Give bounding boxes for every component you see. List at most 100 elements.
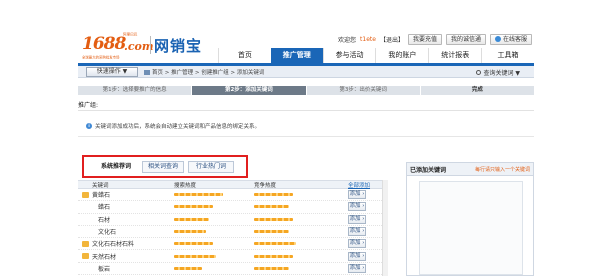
add-keyword-button[interactable]: 添加 › (348, 202, 366, 212)
table-row: 文化石 添加 › (78, 226, 388, 239)
tab-industry-hot[interactable]: 行业热门词 (188, 161, 234, 173)
toolbar: 快速操作 ▼ 首页 > 推广管理 > 创建推广组 > 添加关键词 查询关键词 ▼ (78, 66, 534, 78)
step-2: 第2步：添加关键词 (192, 86, 306, 95)
logo-subtitle: 全球最大的采购批发市场 (82, 55, 120, 60)
folder-icon[interactable] (82, 253, 89, 260)
table-row: 黄蜡石 添加 › (78, 189, 388, 202)
competition-heat-cell (254, 205, 348, 209)
breadcrumb-text[interactable]: 首页 > 推广管理 > 创建推广组 > 添加关键词 (152, 70, 264, 76)
nav-tab-toolbox[interactable]: 工具箱 (481, 48, 534, 63)
search-heat-bar (174, 230, 206, 234)
step-3: 第3步：出价关键词 (306, 86, 420, 95)
search-heat-bar (174, 205, 213, 209)
competition-heat-bar (254, 266, 289, 270)
search-heat-cell (174, 242, 254, 246)
chat-icon (494, 36, 501, 42)
keyword-text: 蜡石 (98, 204, 111, 212)
search-heat-cell (174, 205, 254, 209)
competition-heat-bar (254, 254, 293, 258)
keyword-cell: 文化石石材石料 (78, 239, 174, 248)
logo-divider (150, 36, 151, 54)
added-keywords-textarea[interactable] (419, 181, 523, 275)
username[interactable]: t1ete (360, 36, 376, 43)
recharge-button[interactable]: 我要充值 (407, 33, 442, 45)
panel-header: 已添加关键词 每行请只输入一个关键词 (407, 163, 533, 176)
step-indicator: 第1步：选择要推广的信息 第2步：添加关键词 第3步：出价关键词 完成 (78, 86, 534, 95)
info-icon: i (86, 123, 92, 129)
nav-tab-promotion[interactable]: 推广管理 (270, 48, 323, 63)
search-heat-cell (174, 217, 254, 221)
panel-title: 已添加关键词 (410, 166, 447, 174)
competition-heat-bar (254, 217, 293, 221)
nav-tab-reports[interactable]: 统计报表 (428, 48, 481, 63)
home-icon (144, 70, 150, 75)
header-keyword: 关键词 (92, 182, 109, 189)
tab-related-query[interactable]: 相关词查询 (142, 161, 184, 173)
folder-icon[interactable] (82, 191, 89, 198)
search-icon (476, 70, 482, 75)
tab-system-recommended[interactable]: 系统推荐词 (94, 161, 138, 173)
table-scrollbar[interactable] (382, 180, 388, 276)
search-heat-bar (174, 217, 209, 221)
page-frame: 阿里巴巴 1688 .com 全球最大的采购批发市场 网销宝 欢迎您 t1ete… (78, 22, 534, 276)
welcome-text: 欢迎您 (338, 36, 357, 44)
keyword-text: 石材 (98, 216, 111, 224)
add-keyword-button[interactable]: 添加 › (348, 190, 366, 200)
keyword-cell: 黄蜡石 (78, 190, 174, 199)
keyword-cell: 石材 (78, 215, 174, 224)
info-message: i 关键词添加成功后，系统会自动建立关键词和产品信息的绑定关系。 (86, 122, 260, 130)
competition-heat-cell (254, 217, 348, 221)
nav-tab-activities[interactable]: 参与活动 (322, 48, 376, 63)
add-keyword-button[interactable]: 添加 › (348, 227, 366, 237)
logo-1688: 1688 (82, 34, 126, 54)
add-keyword-button[interactable]: 添加 › (348, 239, 366, 249)
add-keyword-button[interactable]: 添加 › (348, 263, 366, 273)
add-all-link[interactable]: 全部添加 (348, 181, 370, 189)
divider (78, 136, 534, 137)
step-1: 第1步：选择要推广的信息 (78, 86, 192, 95)
keyword-text: 文化石石材石料 (92, 241, 135, 249)
panel-hint: 每行请只输入一个关键词 (474, 166, 530, 173)
competition-heat-cell (254, 242, 348, 246)
folder-icon[interactable] (82, 240, 89, 247)
competition-heat-cell (254, 254, 348, 258)
search-heat-bar (174, 193, 223, 197)
promo-group-label: 推广组: (78, 102, 99, 109)
table-row: 蜡石 添加 › (78, 201, 388, 214)
divider (78, 110, 534, 111)
keyword-query-dropdown[interactable]: 查询关键词 ▼ (476, 68, 520, 77)
search-heat-bar (174, 254, 216, 258)
add-keyword-button[interactable]: 添加 › (348, 251, 366, 261)
user-bar: 欢迎您 t1ete 【退出】 我要充值 我的诚信通 在线客服 (338, 33, 532, 45)
info-text: 关键词添加成功后，系统会自动建立关键词和产品信息的绑定关系。 (95, 124, 261, 130)
competition-heat-bar (254, 193, 293, 197)
logout-link[interactable]: 【退出】 (380, 35, 404, 44)
keyword-text: 板岩 (98, 265, 111, 273)
my-company-button[interactable]: 我的诚信通 (445, 33, 486, 45)
search-heat-bar (174, 242, 213, 246)
added-keywords-panel: 已添加关键词 每行请只输入一个关键词 (406, 162, 534, 276)
search-heat-cell (174, 254, 254, 258)
table-row: 板岩 添加 › (78, 263, 388, 276)
keyword-cell: 蜡石 (78, 202, 174, 211)
search-heat-bar (174, 266, 202, 270)
nav-tab-home[interactable]: 首页 (218, 48, 271, 63)
competition-heat-bar (254, 230, 289, 234)
header-search-heat: 搜索热度 (174, 182, 197, 189)
site-logo[interactable]: 阿里巴巴 1688 .com 全球最大的采购批发市场 网销宝 (82, 30, 212, 60)
online-service-button[interactable]: 在线客服 (489, 33, 532, 45)
breadcrumb: 首页 > 推广管理 > 创建推广组 > 添加关键词 (144, 68, 264, 76)
keyword-cell: 文化石 (78, 227, 174, 236)
keyword-text: 黄蜡石 (92, 192, 111, 200)
competition-heat-bar (254, 242, 296, 246)
table-row: 石材 添加 › (78, 214, 388, 226)
step-done: 完成 (420, 86, 534, 95)
competition-heat-cell (254, 266, 348, 270)
nav-tab-account[interactable]: 我的账户 (375, 48, 428, 63)
add-keyword-button[interactable]: 添加 › (348, 214, 366, 224)
competition-heat-cell (254, 230, 348, 234)
quick-action-button[interactable]: 快速操作 ▼ (86, 67, 138, 77)
competition-heat-bar (254, 205, 289, 209)
table-row: 文化石石材石料 添加 › (78, 238, 388, 251)
keyword-cell: 天然石材 (78, 252, 174, 261)
